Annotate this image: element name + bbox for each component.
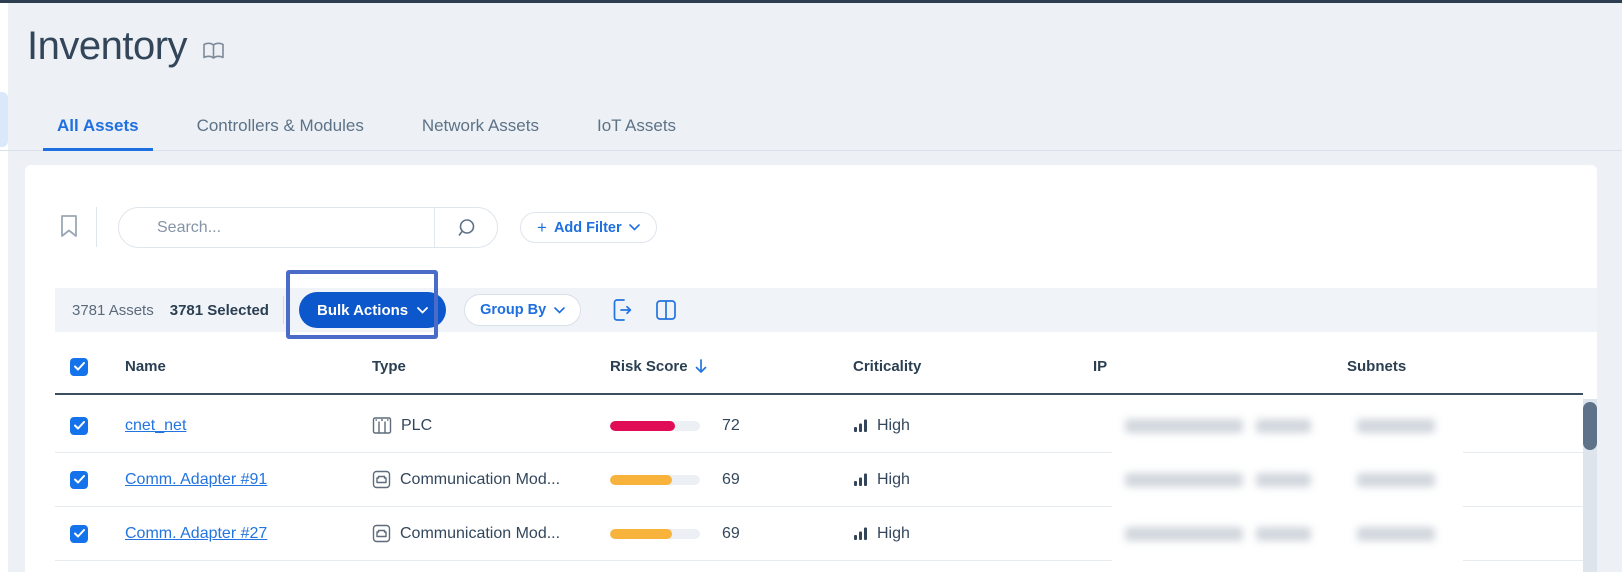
redacted-ip-value: [1125, 527, 1243, 541]
tab-network-assets[interactable]: Network Assets: [408, 104, 553, 151]
risk-score-bar: [610, 529, 700, 539]
risk-score-value: 69: [722, 471, 740, 489]
risk-score-bar-fill: [610, 529, 672, 539]
table-scrollbar-thumb[interactable]: [1583, 402, 1597, 450]
assets-count: 3781 Assets: [72, 302, 154, 319]
comm-module-icon: [372, 524, 391, 543]
selected-count: 3781 Selected: [170, 302, 269, 319]
criticality-bars-icon: [853, 526, 868, 541]
row-checkbox[interactable]: [70, 525, 88, 543]
columns-button[interactable]: [655, 299, 677, 321]
redacted-ip-value: [1256, 419, 1311, 433]
criticality-label: High: [877, 471, 910, 489]
asset-name-link[interactable]: cnet_net: [125, 417, 186, 435]
redacted-columns-overlay: [1112, 401, 1463, 572]
redacted-ip-value: [1125, 473, 1243, 487]
window-top-edge: [0, 0, 1622, 3]
export-button[interactable]: [611, 298, 633, 322]
group-by-label: Group By: [480, 302, 546, 318]
saved-views-bookmark-icon[interactable]: [58, 214, 82, 240]
check-icon: [74, 362, 85, 371]
risk-score-bar: [610, 421, 700, 431]
check-icon: [74, 475, 85, 484]
risk-score-bar-fill: [610, 475, 672, 485]
tab-iot-assets[interactable]: IoT Assets: [583, 104, 690, 151]
inventory-page: Inventory All Assets Controllers & Modul…: [0, 0, 1622, 572]
sort-desc-arrow-icon: [695, 359, 707, 374]
check-icon: [74, 421, 85, 430]
risk-score-bar: [610, 475, 700, 485]
table-header-row: Name Type Risk Score Criticality IP Subn…: [55, 340, 1583, 395]
comm-module-icon: [372, 470, 391, 489]
tab-all-assets[interactable]: All Assets: [43, 104, 153, 151]
row-checkbox[interactable]: [70, 417, 88, 435]
criticality-bars-icon: [853, 472, 868, 487]
criticality-label: High: [877, 417, 910, 435]
add-filter-label: Add Filter: [554, 220, 622, 236]
risk-score-value: 72: [722, 417, 740, 435]
search-submit[interactable]: [434, 208, 497, 247]
bulk-actions-highlight-annotation: [286, 270, 438, 339]
column-header-criticality[interactable]: Criticality: [838, 358, 1078, 375]
open-book-icon: [201, 41, 226, 62]
risk-score-bar-fill: [610, 421, 675, 431]
chevron-down-icon: [629, 224, 640, 231]
risk-score-header-label: Risk Score: [610, 358, 688, 375]
toolbar-separator: [283, 296, 284, 324]
column-header-risk-score[interactable]: Risk Score: [595, 358, 838, 375]
criticality-bars-icon: [853, 418, 868, 433]
redacted-ip-value: [1256, 527, 1311, 541]
group-by-button[interactable]: Group By: [464, 294, 581, 326]
criticality-label: High: [877, 525, 910, 543]
chevron-down-icon: [554, 307, 565, 314]
column-header-name[interactable]: Name: [110, 358, 357, 375]
asset-type-label: PLC: [401, 417, 432, 435]
search-box: [118, 207, 498, 248]
redacted-ip-value: [1125, 419, 1243, 433]
sidebar-edge: [0, 3, 8, 572]
check-icon: [74, 529, 85, 538]
page-title-text: Inventory: [27, 24, 187, 69]
table-scrollbar-track[interactable]: [1583, 399, 1597, 572]
redacted-ip-value: [1256, 473, 1311, 487]
filter-row-divider: [96, 207, 97, 247]
plus-icon: +: [537, 218, 547, 238]
tab-controllers-modules[interactable]: Controllers & Modules: [183, 104, 378, 151]
asset-name-link[interactable]: Comm. Adapter #27: [125, 525, 267, 543]
column-header-subnets[interactable]: Subnets: [1332, 358, 1583, 375]
column-header-ip[interactable]: IP: [1078, 358, 1332, 375]
asset-name-link[interactable]: Comm. Adapter #91: [125, 471, 267, 489]
row-checkbox[interactable]: [70, 471, 88, 489]
page-title: Inventory: [27, 24, 226, 69]
risk-score-value: 69: [722, 525, 740, 543]
search-input[interactable]: [119, 219, 434, 237]
search-icon: [455, 217, 477, 239]
plc-icon: [372, 416, 392, 435]
asset-type-label: Communication Mod...: [400, 471, 560, 489]
tab-bar: All Assets Controllers & Modules Network…: [43, 104, 690, 151]
sidebar-active-indicator: [0, 92, 8, 147]
column-header-type[interactable]: Type: [357, 358, 595, 375]
redacted-subnet-value: [1357, 473, 1435, 487]
columns-icon: [655, 299, 677, 321]
asset-type-label: Communication Mod...: [400, 525, 560, 543]
select-all-checkbox[interactable]: [70, 358, 88, 376]
content-card: + Add Filter 3781 Assets 3781 Selected B…: [25, 165, 1597, 572]
redacted-subnet-value: [1357, 527, 1435, 541]
redacted-subnet-value: [1357, 419, 1435, 433]
export-icon: [611, 298, 633, 322]
add-filter-button[interactable]: + Add Filter: [520, 212, 657, 243]
